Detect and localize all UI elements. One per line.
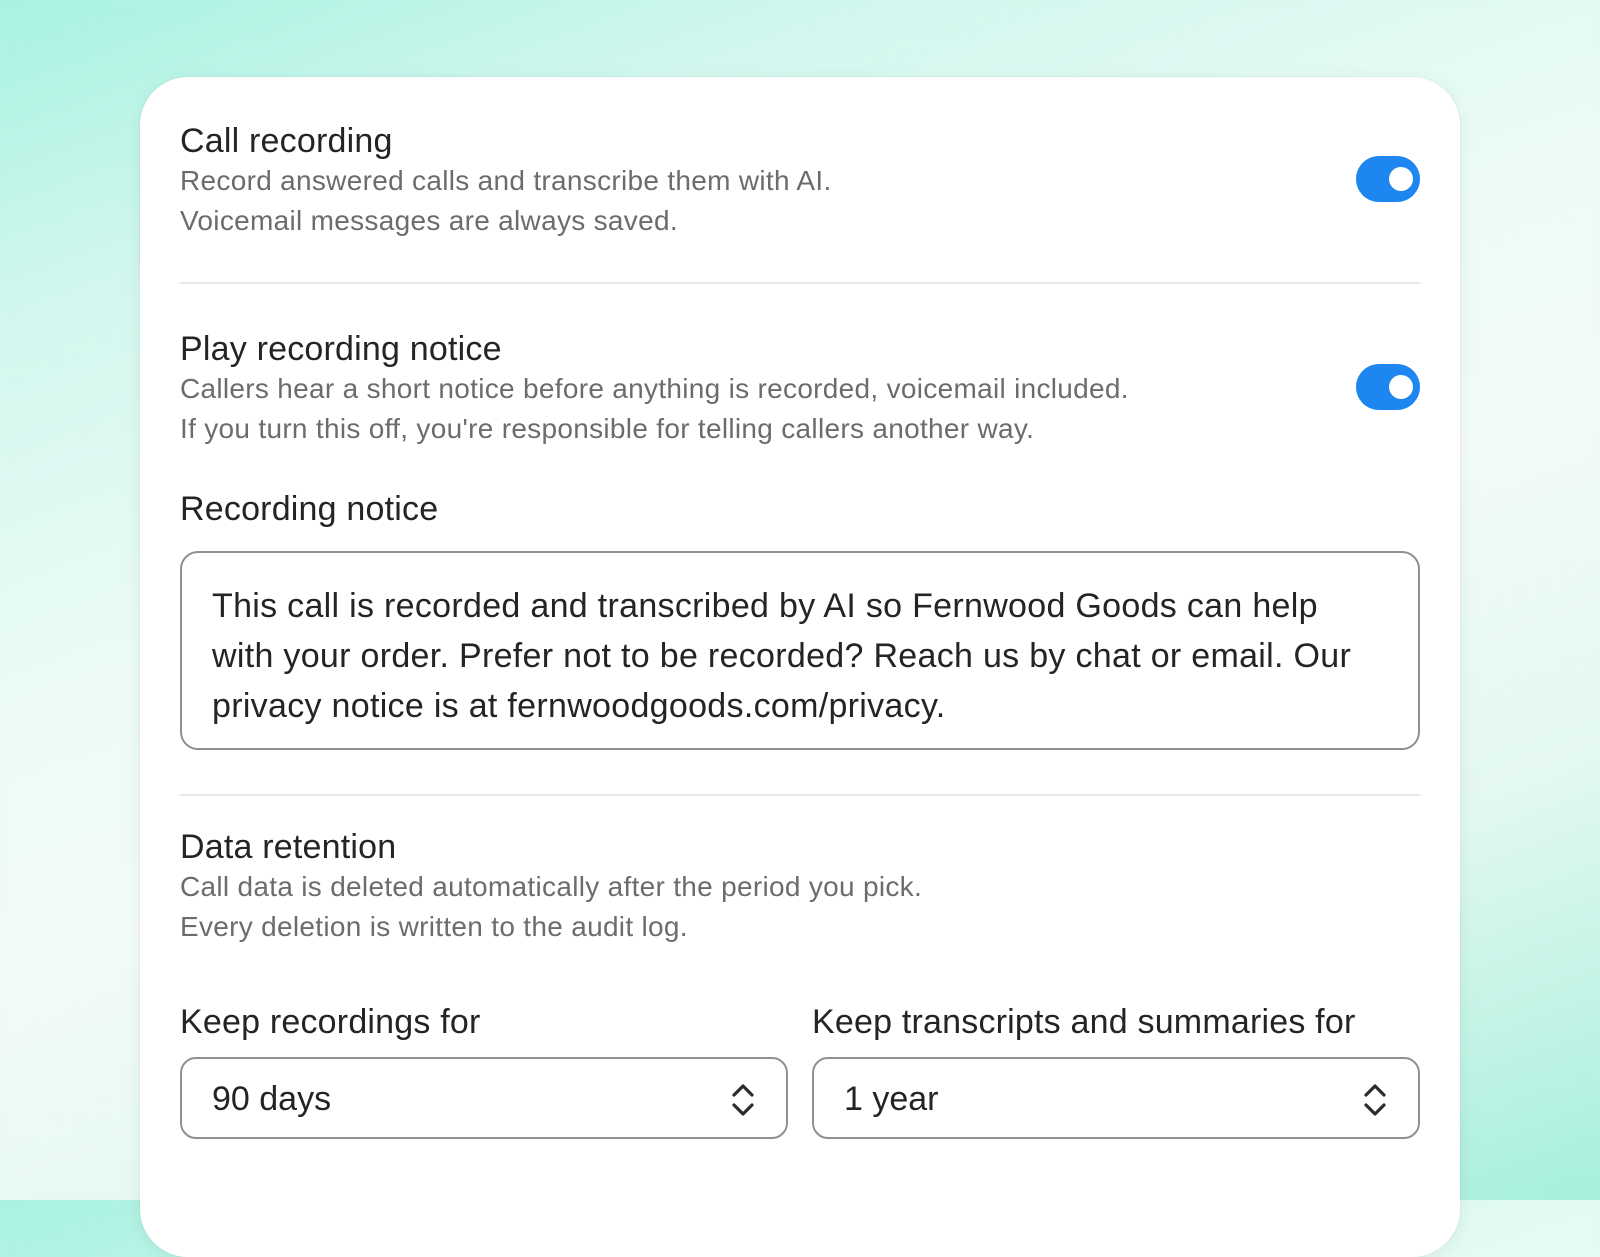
data-retention-title: Data retention: [180, 828, 397, 866]
data-retention-desc-line2: Every deletion is written to the audit l…: [180, 911, 688, 942]
keep-recordings-label: Keep recordings for: [180, 1003, 481, 1041]
call-recording-section: Call recording Record answered calls and…: [180, 121, 1420, 251]
play-recording-notice-desc-line2: If you turn this off, you're responsible…: [180, 413, 1035, 444]
chevron-up-down-icon: [1364, 1084, 1386, 1116]
divider: [180, 282, 1420, 284]
data-retention-section: Data retention Call data is deleted auto…: [180, 827, 1420, 957]
keep-transcripts-value: 1 year: [844, 1080, 939, 1118]
call-recording-toggle[interactable]: [1356, 156, 1420, 202]
divider: [180, 794, 1420, 796]
play-recording-notice-desc-line1: Callers hear a short notice before anyth…: [180, 373, 1129, 404]
play-recording-notice-title: Play recording notice: [180, 330, 502, 368]
chevron-up-down-icon: [732, 1084, 754, 1116]
recording-notice-textarea[interactable]: This call is recorded and transcribed by…: [180, 551, 1420, 750]
keep-recordings-select[interactable]: 90 days: [180, 1057, 788, 1139]
play-recording-notice-section: Play recording notice Callers hear a sho…: [180, 329, 1420, 459]
play-recording-notice-toggle[interactable]: [1356, 364, 1420, 410]
toggle-knob: [1389, 375, 1413, 399]
call-recording-title: Call recording: [180, 122, 393, 160]
keep-transcripts-label: Keep transcripts and summaries for: [812, 1003, 1356, 1041]
data-retention-desc-line1: Call data is deleted automatically after…: [180, 871, 923, 902]
recording-notice-label: Recording notice: [180, 490, 439, 528]
call-recording-desc-line1: Record answered calls and transcribe the…: [180, 165, 832, 196]
keep-transcripts-select[interactable]: 1 year: [812, 1057, 1420, 1139]
toggle-knob: [1389, 167, 1413, 191]
settings-card: Call recording Record answered calls and…: [140, 77, 1460, 1257]
keep-recordings-value: 90 days: [212, 1080, 332, 1118]
call-recording-desc-line2: Voicemail messages are always saved.: [180, 205, 678, 236]
